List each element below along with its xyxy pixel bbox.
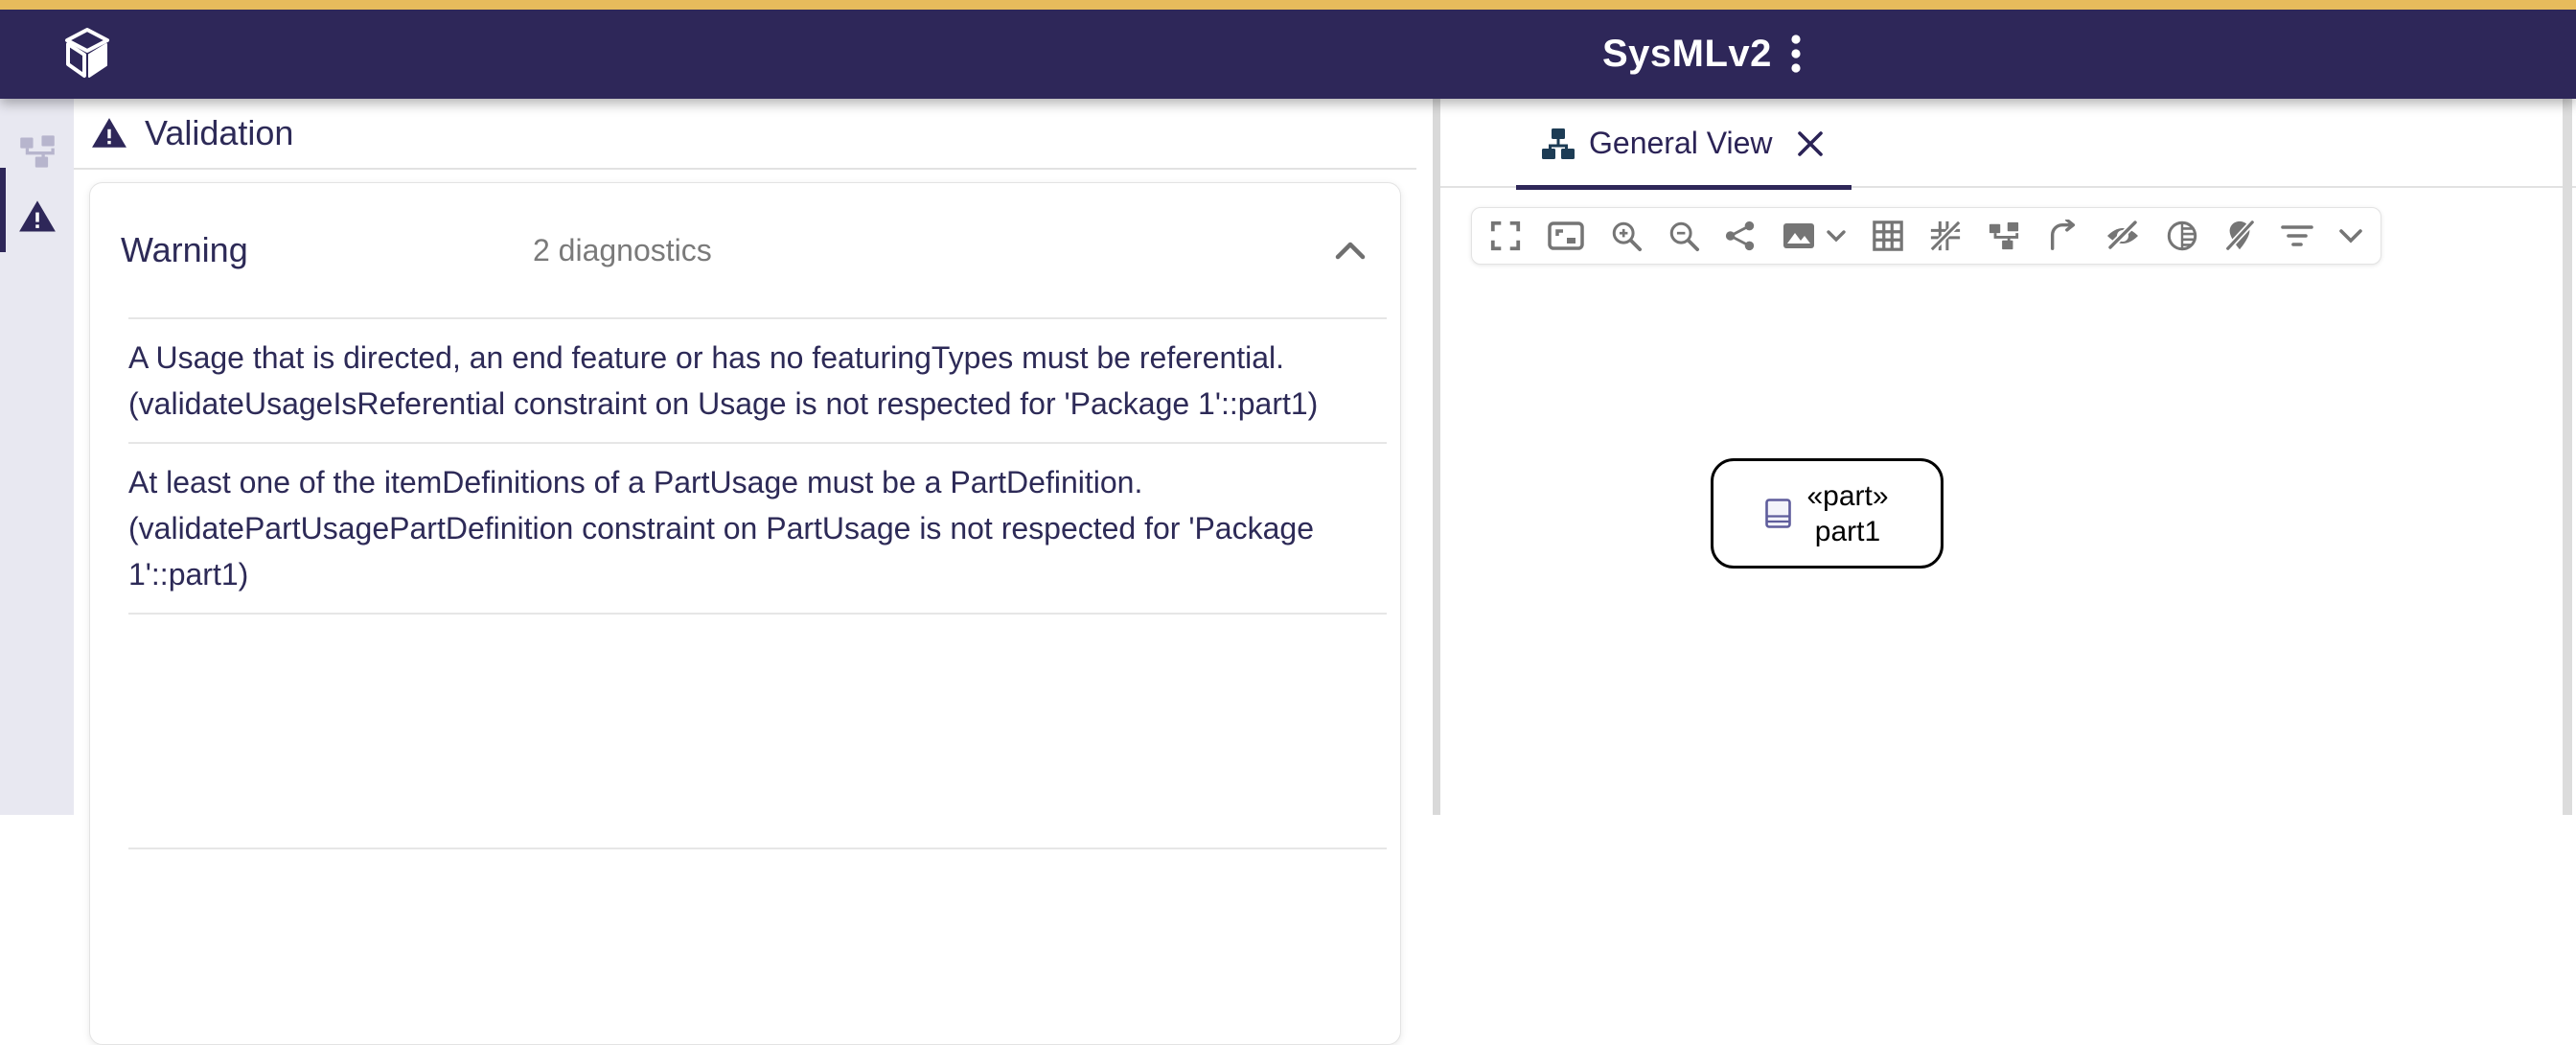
curved-arrow-icon xyxy=(2046,220,2081,252)
filter-icon xyxy=(2281,222,2313,249)
grid-icon xyxy=(1872,220,1904,252)
zoom-out-icon xyxy=(1668,220,1700,252)
tab-close-button[interactable] xyxy=(1794,128,1827,160)
pin-off-icon xyxy=(2223,220,2256,252)
left-icon-rail xyxy=(0,99,74,815)
node-stereotype: «part» xyxy=(1806,478,1888,514)
warning-accordion-header[interactable]: Warning 2 diagnostics xyxy=(90,183,1400,317)
fit-to-screen-icon xyxy=(1547,220,1585,252)
share-icon xyxy=(1724,220,1757,252)
diagram-tab-bar: General View xyxy=(1440,99,2576,188)
warning-triangle-icon xyxy=(91,115,127,151)
zoom-in-button[interactable] xyxy=(1608,211,1644,261)
sidebar-item-validation[interactable] xyxy=(0,181,74,252)
diagnostic-message: A Usage that is directed, an end feature… xyxy=(128,335,1343,381)
vertical-dots-icon xyxy=(1790,33,1802,77)
export-image-button[interactable] xyxy=(1780,211,1849,261)
divider xyxy=(128,848,1387,849)
diagnostic-detail: (validatePartUsagePartDefinition constra… xyxy=(128,505,1343,597)
validation-panel-header: Validation xyxy=(74,99,1416,170)
diagnostics-count: 2 diagnostics xyxy=(533,233,712,268)
empty-space xyxy=(90,615,1400,848)
toolbar-expand-button[interactable] xyxy=(2336,211,2365,261)
diagram-node-part1[interactable]: «part» part1 xyxy=(1711,458,1944,569)
hierarchy-icon xyxy=(1987,220,2021,252)
close-x-icon xyxy=(1796,129,1825,158)
collapse-button[interactable] xyxy=(1331,231,1369,269)
tree-icon xyxy=(18,132,57,171)
unpin-elements-button[interactable] xyxy=(2221,211,2258,261)
diagnostic-item: At least one of the itemDefinitions of a… xyxy=(90,444,1400,613)
node-label: «part» part1 xyxy=(1806,478,1888,549)
fit-to-screen-button[interactable] xyxy=(1545,211,1587,261)
app-bar: SysMLv2 xyxy=(0,10,2576,99)
grid-button[interactable] xyxy=(1870,211,1906,261)
filter-button[interactable] xyxy=(2279,211,2315,261)
warning-triangle-icon xyxy=(18,197,57,236)
eye-off-icon xyxy=(2104,221,2141,251)
active-tab-underline xyxy=(1516,185,1852,190)
tab-label: General View xyxy=(1589,126,1773,161)
warning-accordion-card: Warning 2 diagnostics A Usage that is di… xyxy=(89,182,1401,1045)
app-menu-button[interactable] xyxy=(1775,33,1817,77)
validation-panel-title: Validation xyxy=(145,113,293,153)
fullscreen-button[interactable] xyxy=(1487,211,1524,261)
auto-arrange-button[interactable] xyxy=(2044,211,2082,261)
diagnostic-detail: (validateUsageIsReferential constraint o… xyxy=(128,381,1343,427)
diagram-toolbar xyxy=(1471,207,2381,265)
vertical-scrollbar[interactable] xyxy=(2563,99,2572,815)
severity-label: Warning xyxy=(121,230,533,270)
image-icon xyxy=(1782,221,1816,250)
node-name: part1 xyxy=(1806,514,1888,549)
diagram-panel: General View xyxy=(1440,99,2576,815)
diagram-canvas[interactable]: «part» part1 xyxy=(1440,286,2576,815)
chevron-down-icon xyxy=(1826,229,1847,243)
app-title: SysMLv2 xyxy=(1602,10,1772,99)
zoom-in-icon xyxy=(1610,220,1643,252)
tab-general-view[interactable]: General View xyxy=(1516,99,1852,188)
hide-elements-button[interactable] xyxy=(2103,211,2143,261)
accent-strip xyxy=(0,0,2576,10)
fullscreen-icon xyxy=(1489,220,1522,252)
snap-to-grid-off-button[interactable] xyxy=(1927,211,1964,261)
contrast-icon xyxy=(2166,220,2198,252)
compartment-icon xyxy=(1765,499,1791,528)
validation-panel: Validation Warning 2 diagnostics A Usage… xyxy=(74,99,1416,815)
diagnostic-message: At least one of the itemDefinitions of a… xyxy=(128,459,1343,505)
chevron-up-icon xyxy=(1334,240,1367,261)
sidebar-item-explorer[interactable] xyxy=(0,116,74,187)
chevron-down-icon xyxy=(2338,228,2363,244)
diagnostic-item: A Usage that is directed, an end feature… xyxy=(90,319,1400,442)
share-button[interactable] xyxy=(1722,211,1759,261)
hierarchy-layout-button[interactable] xyxy=(1985,211,2023,261)
zoom-out-button[interactable] xyxy=(1666,211,1702,261)
app-logo-cube-icon[interactable] xyxy=(63,27,111,81)
diagram-tree-icon xyxy=(1541,127,1576,161)
panel-resize-handle[interactable] xyxy=(1433,99,1440,815)
grid-off-icon xyxy=(1929,220,1962,252)
appearance-contrast-button[interactable] xyxy=(2164,211,2200,261)
